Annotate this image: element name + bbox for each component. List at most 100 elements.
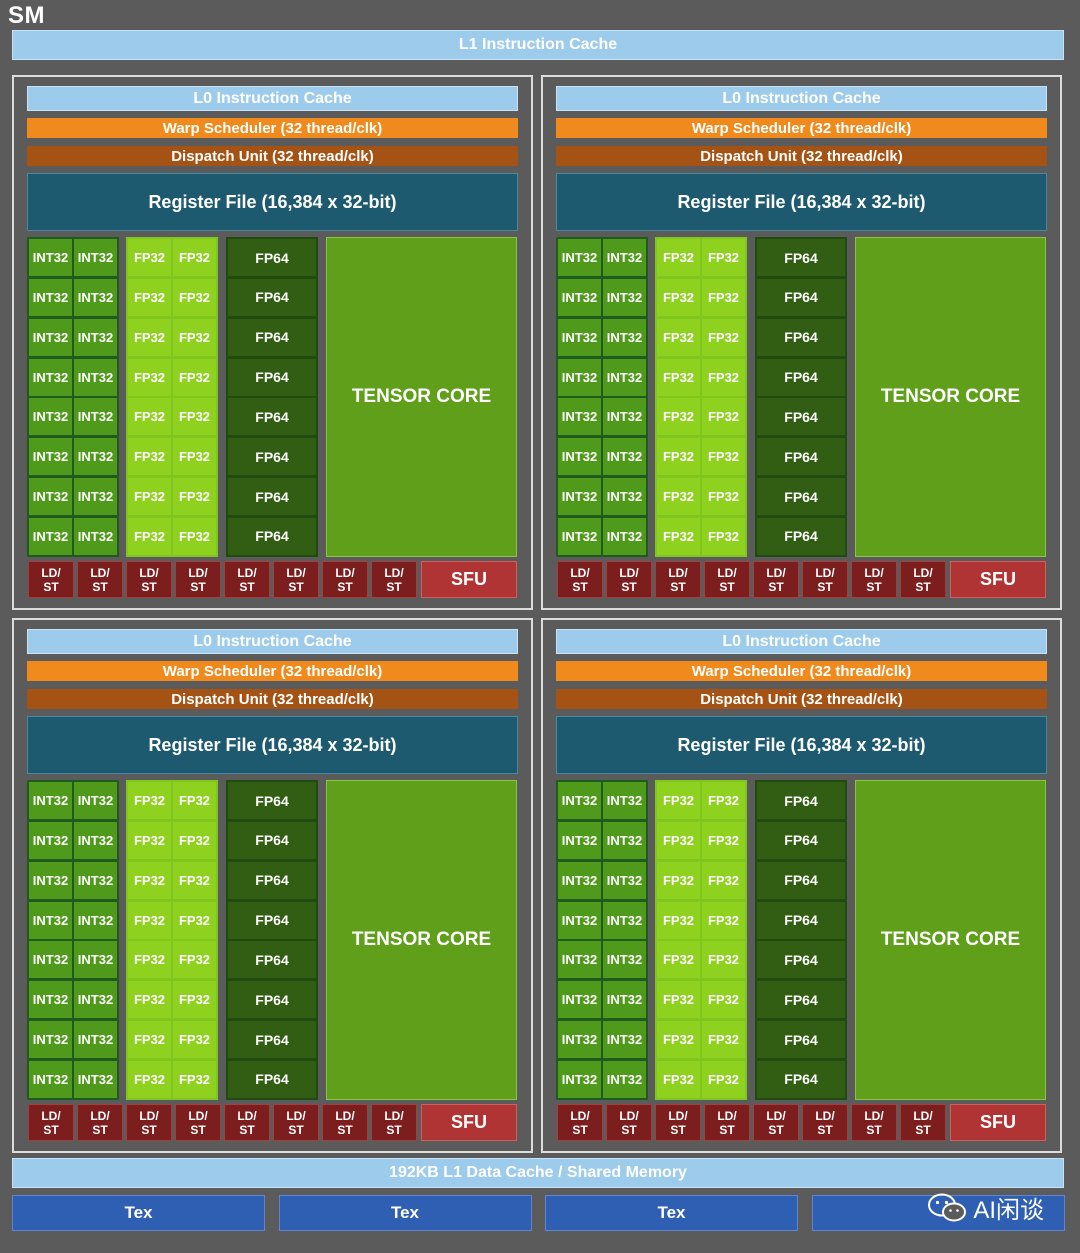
warp-scheduler: Warp Scheduler (32 thread/clk) xyxy=(27,661,518,681)
int32-row: INT32 INT32 xyxy=(29,981,117,1019)
fp32-row: FP32 FP32 xyxy=(657,821,745,859)
fp64-row: FP64 xyxy=(757,941,845,979)
tex-unit-3: Tex xyxy=(545,1195,798,1231)
fp64-core: FP64 xyxy=(228,318,316,356)
tensor-core: TENSOR CORE xyxy=(855,780,1046,1100)
fp64-core: FP64 xyxy=(228,782,316,819)
fp32-core: FP32 xyxy=(128,278,171,316)
fp64-core: FP64 xyxy=(757,398,845,436)
fp32-core: FP32 xyxy=(702,398,745,436)
ld-st-bottom-label: ST xyxy=(43,1122,59,1137)
fp64-core: FP64 xyxy=(757,517,845,555)
int32-row: INT32 INT32 xyxy=(29,941,117,979)
fp32-row: FP32 FP32 xyxy=(128,478,216,516)
int32-core: INT32 xyxy=(558,278,601,316)
int32-core: INT32 xyxy=(603,1060,646,1098)
fp64-row: FP64 xyxy=(757,398,845,436)
fp32-core: FP32 xyxy=(657,239,700,276)
ld-st-unit: LD/ST xyxy=(371,561,417,598)
fp64-row: FP64 xyxy=(757,861,845,899)
register-file: Register File (16,384 x 32-bit) xyxy=(27,173,518,231)
fp32-core: FP32 xyxy=(702,517,745,555)
ld-st-bottom-label: ST xyxy=(817,579,833,594)
int32-core: INT32 xyxy=(603,358,646,396)
ld-st-unit: LD/ST xyxy=(77,1104,123,1141)
int32-row: INT32 INT32 xyxy=(558,318,646,356)
int32-core: INT32 xyxy=(74,478,117,516)
ld-st-top-label: LD/ xyxy=(384,1108,404,1123)
ld-st-bottom-label: ST xyxy=(572,1122,588,1137)
fp64-row: FP64 xyxy=(757,1060,845,1098)
fp64-row: FP64 xyxy=(757,478,845,516)
ld-st-bottom-label: ST xyxy=(43,579,59,594)
int32-core: INT32 xyxy=(29,278,72,316)
int32-unit-group: INT32 INT32 INT32 INT32 INT32 INT32 INT32 INT32… xyxy=(556,780,648,1100)
int32-core: INT32 xyxy=(74,398,117,436)
fp32-row: FP32 FP32 xyxy=(657,981,745,1019)
fp32-row: FP32 FP32 xyxy=(128,239,216,276)
int32-row: INT32 INT32 xyxy=(29,358,117,396)
fp32-core: FP32 xyxy=(173,318,216,356)
fp64-row: FP64 xyxy=(757,517,845,555)
fp64-row: FP64 xyxy=(757,901,845,939)
ld-st-bottom-label: ST xyxy=(621,579,637,594)
sfu-unit: SFU xyxy=(421,561,517,598)
fp64-core: FP64 xyxy=(757,782,845,819)
fp32-core: FP32 xyxy=(128,1021,171,1059)
ld-st-unit: LD/ST xyxy=(175,1104,221,1141)
int32-core: INT32 xyxy=(74,318,117,356)
fp64-row: FP64 xyxy=(228,478,316,516)
ld-st-top-label: LD/ xyxy=(766,1108,786,1123)
ld-st-unit: LD/ST xyxy=(900,561,946,598)
int32-core: INT32 xyxy=(74,1060,117,1098)
int32-core: INT32 xyxy=(603,438,646,476)
fp32-core: FP32 xyxy=(173,981,216,1019)
ld-st-unit: LD/ST xyxy=(704,1104,750,1141)
fp32-core: FP32 xyxy=(702,318,745,356)
fp64-core: FP64 xyxy=(757,1060,845,1098)
fp32-core: FP32 xyxy=(128,318,171,356)
fp32-core: FP32 xyxy=(657,821,700,859)
fp64-core: FP64 xyxy=(757,941,845,979)
fp64-row: FP64 xyxy=(228,821,316,859)
ld-st-top-label: LD/ xyxy=(335,565,355,580)
fp32-unit-group: FP32 FP32 FP32 FP32 FP32 FP32 FP32 FP32 FP32 FP32… xyxy=(126,780,218,1100)
fp64-core: FP64 xyxy=(228,821,316,859)
fp32-core: FP32 xyxy=(173,239,216,276)
int32-row: INT32 INT32 xyxy=(558,782,646,819)
fp32-row: FP32 FP32 xyxy=(657,861,745,899)
ld-st-unit: LD/ST xyxy=(273,1104,319,1141)
int32-core: INT32 xyxy=(74,517,117,555)
int32-row: INT32 INT32 xyxy=(29,782,117,819)
int32-row: INT32 INT32 xyxy=(558,901,646,939)
fp32-row: FP32 FP32 xyxy=(657,941,745,979)
ld-st-bottom-label: ST xyxy=(141,1122,157,1137)
int32-core: INT32 xyxy=(603,782,646,819)
int32-core: INT32 xyxy=(29,981,72,1019)
fp64-core: FP64 xyxy=(757,1021,845,1059)
fp32-row: FP32 FP32 xyxy=(128,398,216,436)
ld-st-top-label: LD/ xyxy=(90,1108,110,1123)
int32-core: INT32 xyxy=(29,239,72,276)
fp64-row: FP64 xyxy=(757,318,845,356)
ld-st-bottom-label: ST xyxy=(288,579,304,594)
int32-core: INT32 xyxy=(603,517,646,555)
int32-core: INT32 xyxy=(603,1021,646,1059)
fp64-row: FP64 xyxy=(228,981,316,1019)
fp32-core: FP32 xyxy=(173,941,216,979)
int32-core: INT32 xyxy=(558,358,601,396)
fp32-core: FP32 xyxy=(173,517,216,555)
fp32-core: FP32 xyxy=(702,821,745,859)
int32-core: INT32 xyxy=(558,318,601,356)
fp64-core: FP64 xyxy=(228,478,316,516)
fp64-row: FP64 xyxy=(228,941,316,979)
ld-st-unit: LD/ST xyxy=(126,1104,172,1141)
fp32-row: FP32 FP32 xyxy=(657,517,745,555)
ld-st-top-label: LD/ xyxy=(188,1108,208,1123)
int32-row: INT32 INT32 xyxy=(29,398,117,436)
fp32-core: FP32 xyxy=(128,438,171,476)
ld-st-unit: LD/ST xyxy=(655,561,701,598)
int32-core: INT32 xyxy=(74,782,117,819)
fp32-core: FP32 xyxy=(173,358,216,396)
fp32-core: FP32 xyxy=(657,438,700,476)
